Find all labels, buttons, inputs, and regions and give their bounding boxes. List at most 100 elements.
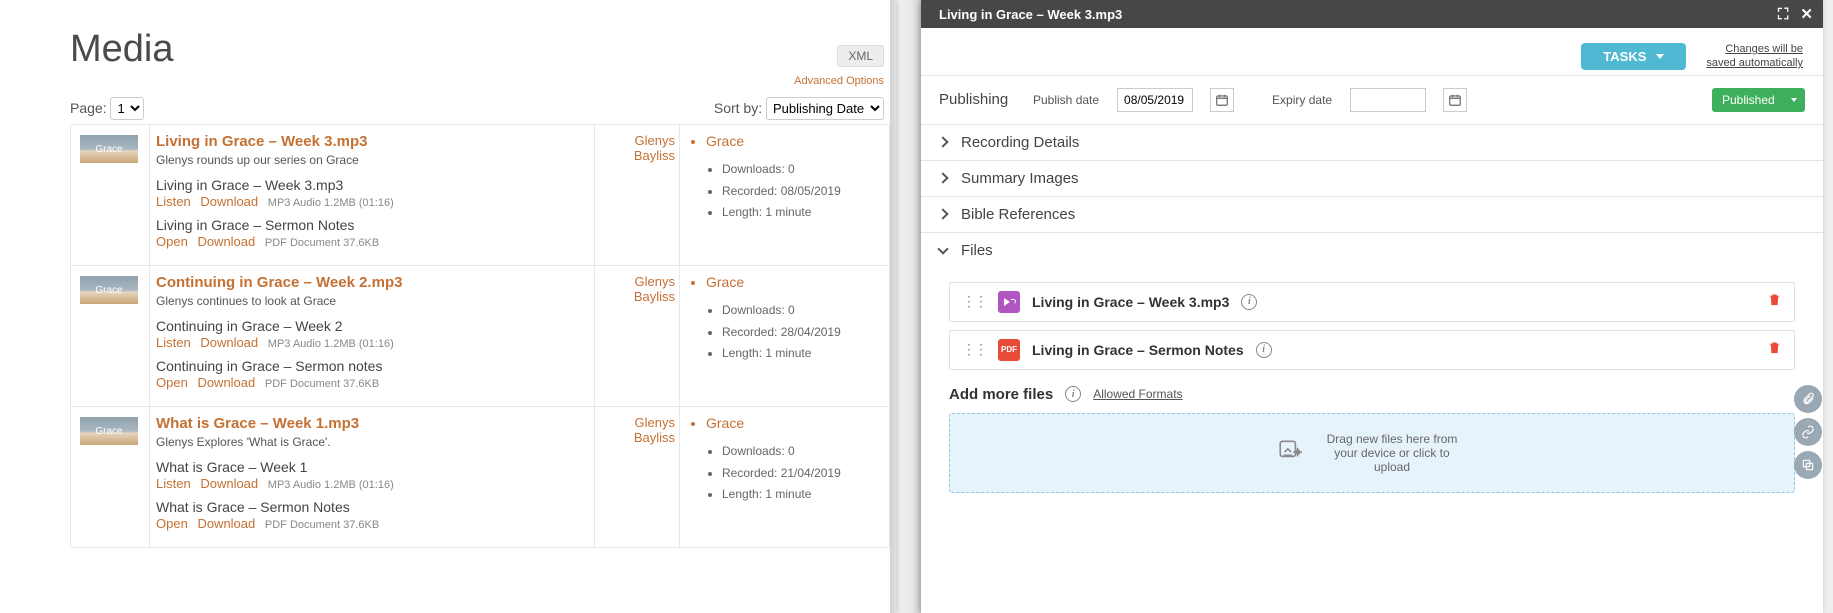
download-link[interactable]: Download [200,335,258,350]
info-icon[interactable]: i [1241,294,1257,310]
panel-title: Living in Grace – Week 3.mp3 [939,7,1122,22]
media-thumbnail[interactable]: Grace [80,276,138,304]
audio-meta: MP3 Audio 1.2MB (01:16) [268,479,394,491]
add-more-files-label: Add more files [949,386,1053,403]
expiry-date-label: Expiry date [1272,93,1332,107]
download-link[interactable]: Download [200,476,258,491]
doc-file-name: Living in Grace – Sermon Notes [156,217,586,233]
recorded-text: Recorded: 28/04/2019 [722,322,879,344]
media-row: Grace Living in Grace – Week 3.mp3 Gleny… [70,125,890,266]
allowed-formats-link[interactable]: Allowed Formats [1093,387,1182,401]
summary-images-section[interactable]: Summary Images [921,160,1823,196]
category-link[interactable]: Grace [706,415,879,431]
download-link[interactable]: Download [197,516,255,531]
length-text: Length: 1 minute [722,202,879,224]
expand-icon[interactable]: ⛶ [1778,6,1789,23]
recorded-text: Recorded: 21/04/2019 [722,463,879,485]
dropzone-text: Drag new files here from your device or … [1317,432,1467,474]
caret-down-icon [1656,54,1664,59]
sort-by-label: Sort by: [714,100,762,116]
media-title[interactable]: Living in Grace – Week 3.mp3 [156,133,586,150]
audio-file-icon [998,291,1020,313]
downloads-text: Downloads: 0 [722,159,879,181]
page-select[interactable]: 1 [110,97,144,120]
copy-button[interactable] [1794,451,1822,479]
chevron-right-icon [937,172,948,183]
open-link[interactable]: Open [156,375,188,390]
recording-details-section[interactable]: Recording Details [921,124,1823,160]
page-label: Page: [70,100,107,116]
media-description: Glenys Explores 'What is Grace'. [156,435,586,449]
length-text: Length: 1 minute [722,484,879,506]
file-row: ⋮⋮ Living in Grace – Week 3.mp3 i [949,282,1795,322]
tasks-button[interactable]: TASKS [1581,43,1686,70]
open-link[interactable]: Open [156,516,188,531]
publish-date-input[interactable] [1117,88,1193,112]
pdf-file-icon: PDF [998,339,1020,361]
media-thumbnail[interactable]: Grace [80,417,138,445]
link-button[interactable] [1794,418,1822,446]
listen-link[interactable]: Listen [156,194,191,209]
media-description: Glenys rounds up our series on Grace [156,153,586,167]
sort-by-select[interactable]: Publishing Date [766,97,884,120]
file-name: Living in Grace – Week 3.mp3 [1032,294,1229,310]
author-link[interactable]: Glenys Bayliss [634,133,675,163]
info-icon[interactable]: i [1256,342,1272,358]
file-dropzone[interactable]: Drag new files here from your device or … [949,413,1795,493]
info-icon[interactable]: i [1065,386,1081,402]
recorded-text: Recorded: 08/05/2019 [722,181,879,203]
files-section[interactable]: Files [921,232,1823,268]
downloads-text: Downloads: 0 [722,300,879,322]
delete-icon[interactable] [1767,292,1782,312]
audio-meta: MP3 Audio 1.2MB (01:16) [268,338,394,350]
doc-file-name: Continuing in Grace – Sermon notes [156,358,586,374]
file-name: Living in Grace – Sermon Notes [1032,342,1244,358]
scrollbar[interactable] [1823,0,1833,613]
chevron-down-icon [937,243,948,254]
media-description: Glenys continues to look at Grace [156,294,586,308]
author-link[interactable]: Glenys Bayliss [634,274,675,304]
upload-icon [1277,438,1303,467]
auto-save-notice: Changes will be saved automatically [1706,42,1803,71]
delete-icon[interactable] [1767,340,1782,360]
audio-file-name: Continuing in Grace – Week 2 [156,318,586,334]
media-title[interactable]: What is Grace – Week 1.mp3 [156,415,586,432]
author-link[interactable]: Glenys Bayliss [634,415,675,445]
media-row: Grace Continuing in Grace – Week 2.mp3 G… [70,266,890,407]
publishing-label: Publishing [939,91,1015,108]
doc-meta: PDF Document 37.6KB [265,519,379,531]
media-thumbnail[interactable]: Grace [80,135,138,163]
listen-link[interactable]: Listen [156,476,191,491]
advanced-options-link[interactable]: Advanced Options [794,75,884,87]
chevron-right-icon [937,208,948,219]
download-link[interactable]: Download [197,375,255,390]
listen-link[interactable]: Listen [156,335,191,350]
close-icon[interactable]: ✕ [1800,5,1813,23]
panel-divider [890,0,921,613]
publish-date-label: Publish date [1033,93,1099,107]
file-row: ⋮⋮ PDF Living in Grace – Sermon Notes i [949,330,1795,370]
doc-file-name: What is Grace – Sermon Notes [156,499,586,515]
xml-button[interactable]: XML [837,45,884,67]
download-link[interactable]: Download [197,234,255,249]
attach-button[interactable] [1794,385,1822,413]
download-link[interactable]: Download [200,194,258,209]
length-text: Length: 1 minute [722,343,879,365]
audio-meta: MP3 Audio 1.2MB (01:16) [268,197,394,209]
media-row: Grace What is Grace – Week 1.mp3 Glenys … [70,407,890,548]
status-select[interactable]: Published [1712,88,1805,112]
media-title[interactable]: Continuing in Grace – Week 2.mp3 [156,274,586,291]
audio-file-name: Living in Grace – Week 3.mp3 [156,177,586,193]
expiry-date-input[interactable] [1350,88,1426,112]
open-link[interactable]: Open [156,234,188,249]
calendar-icon[interactable] [1210,88,1234,112]
category-link[interactable]: Grace [706,274,879,290]
drag-handle-icon[interactable]: ⋮⋮ [962,341,986,358]
category-link[interactable]: Grace [706,133,879,149]
bible-references-section[interactable]: Bible References [921,196,1823,232]
doc-meta: PDF Document 37.6KB [265,237,379,249]
chevron-right-icon [937,136,948,147]
drag-handle-icon[interactable]: ⋮⋮ [962,293,986,310]
calendar-icon[interactable] [1443,88,1467,112]
doc-meta: PDF Document 37.6KB [265,378,379,390]
